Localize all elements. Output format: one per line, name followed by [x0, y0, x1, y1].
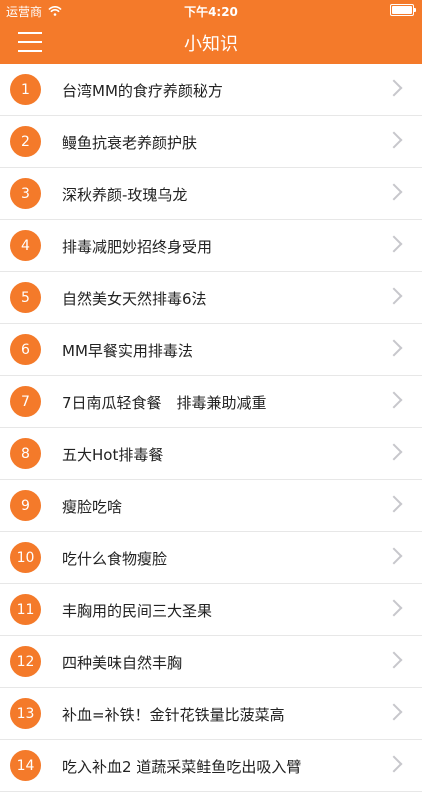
- item-title: 五大Hot排毒餐: [62, 446, 164, 464]
- item-number-badge: 4: [10, 230, 41, 261]
- list-item[interactable]: 7 7日南瓜轻食餐 排毒兼助减重: [0, 376, 422, 428]
- list-item[interactable]: 6 MM早餐实用排毒法: [0, 324, 422, 376]
- chevron-right-icon: [385, 183, 403, 201]
- item-number-badge: 3: [10, 178, 41, 209]
- item-title: 吃什么食物瘦脸: [62, 550, 168, 568]
- item-number-badge: 2: [10, 126, 41, 157]
- list-item[interactable]: 14 吃入补血2 道蔬采菜鲑鱼吃出吸入臂: [0, 740, 422, 792]
- item-title: 鳗鱼抗衰老养颜护肤: [62, 134, 198, 152]
- chevron-right-icon: [385, 235, 403, 253]
- item-title: 补血=补铁！金针花铁量比菠菜高: [62, 706, 285, 724]
- chevron-right-icon: [385, 339, 403, 357]
- chevron-right-icon: [385, 599, 403, 617]
- item-title: 瘦脸吃啥: [62, 498, 123, 516]
- item-number-badge: 7: [10, 386, 41, 417]
- article-list: 1 台湾MM的食疗养颜秘方 2 鳗鱼抗衰老养颜护肤 3 深秋养颜-玫瑰乌龙 4 排毒减肥妙招终…: [0, 64, 422, 792]
- item-number-badge: 12: [10, 646, 41, 677]
- item-title: 深秋养颜-玫瑰乌龙: [62, 186, 188, 204]
- chevron-right-icon: [385, 703, 403, 721]
- chevron-right-icon: [385, 131, 403, 149]
- item-title: 排毒减肥妙招终身受用: [62, 238, 213, 256]
- item-title: MM早餐实用排毒法: [62, 342, 193, 360]
- item-number-badge: 13: [10, 698, 41, 729]
- list-item[interactable]: 1 台湾MM的食疗养颜秘方: [0, 64, 422, 116]
- chevron-right-icon: [385, 495, 403, 513]
- list-item[interactable]: 12 四种美味自然丰胸: [0, 636, 422, 688]
- item-number-badge: 5: [10, 282, 41, 313]
- chevron-right-icon: [385, 547, 403, 565]
- item-title: 自然美女天然排毒6法: [62, 290, 207, 308]
- chevron-right-icon: [385, 79, 403, 97]
- clock: 下午4:20: [184, 5, 238, 19]
- chevron-right-icon: [385, 651, 403, 669]
- item-title: 7日南瓜轻食餐 排毒兼助减重: [62, 394, 267, 412]
- chevron-right-icon: [385, 391, 403, 409]
- item-number-badge: 14: [10, 750, 41, 781]
- list-item[interactable]: 3 深秋养颜-玫瑰乌龙: [0, 168, 422, 220]
- battery-icon: [390, 4, 416, 16]
- item-title: 丰胸用的民间三大圣果: [62, 602, 213, 620]
- item-number-badge: 6: [10, 334, 41, 365]
- page-title: 小知识: [184, 34, 238, 55]
- list-item[interactable]: 10 吃什么食物瘦脸: [0, 532, 422, 584]
- item-number-badge: 10: [10, 542, 41, 573]
- list-item[interactable]: 9 瘦脸吃啥: [0, 480, 422, 532]
- item-title: 吃入补血2 道蔬采菜鲑鱼吃出吸入臂: [62, 758, 302, 776]
- status-bar: 运营商 下午4:20: [0, 0, 422, 20]
- chevron-right-icon: [385, 443, 403, 461]
- list-item[interactable]: 2 鳗鱼抗衰老养颜护肤: [0, 116, 422, 168]
- item-title: 台湾MM的食疗养颜秘方: [62, 82, 223, 100]
- item-title: 四种美味自然丰胸: [62, 654, 183, 672]
- list-item[interactable]: 8 五大Hot排毒餐: [0, 428, 422, 480]
- nav-bar: 小知识: [0, 20, 422, 64]
- item-number-badge: 11: [10, 594, 41, 625]
- item-number-badge: 1: [10, 74, 41, 105]
- list-item[interactable]: 5 自然美女天然排毒6法: [0, 272, 422, 324]
- chevron-right-icon: [385, 755, 403, 773]
- chevron-right-icon: [385, 287, 403, 305]
- list-item[interactable]: 13 补血=补铁！金针花铁量比菠菜高: [0, 688, 422, 740]
- list-item[interactable]: 4 排毒减肥妙招终身受用: [0, 220, 422, 272]
- item-number-badge: 9: [10, 490, 41, 521]
- item-number-badge: 8: [10, 438, 41, 469]
- list-item[interactable]: 11 丰胸用的民间三大圣果: [0, 584, 422, 636]
